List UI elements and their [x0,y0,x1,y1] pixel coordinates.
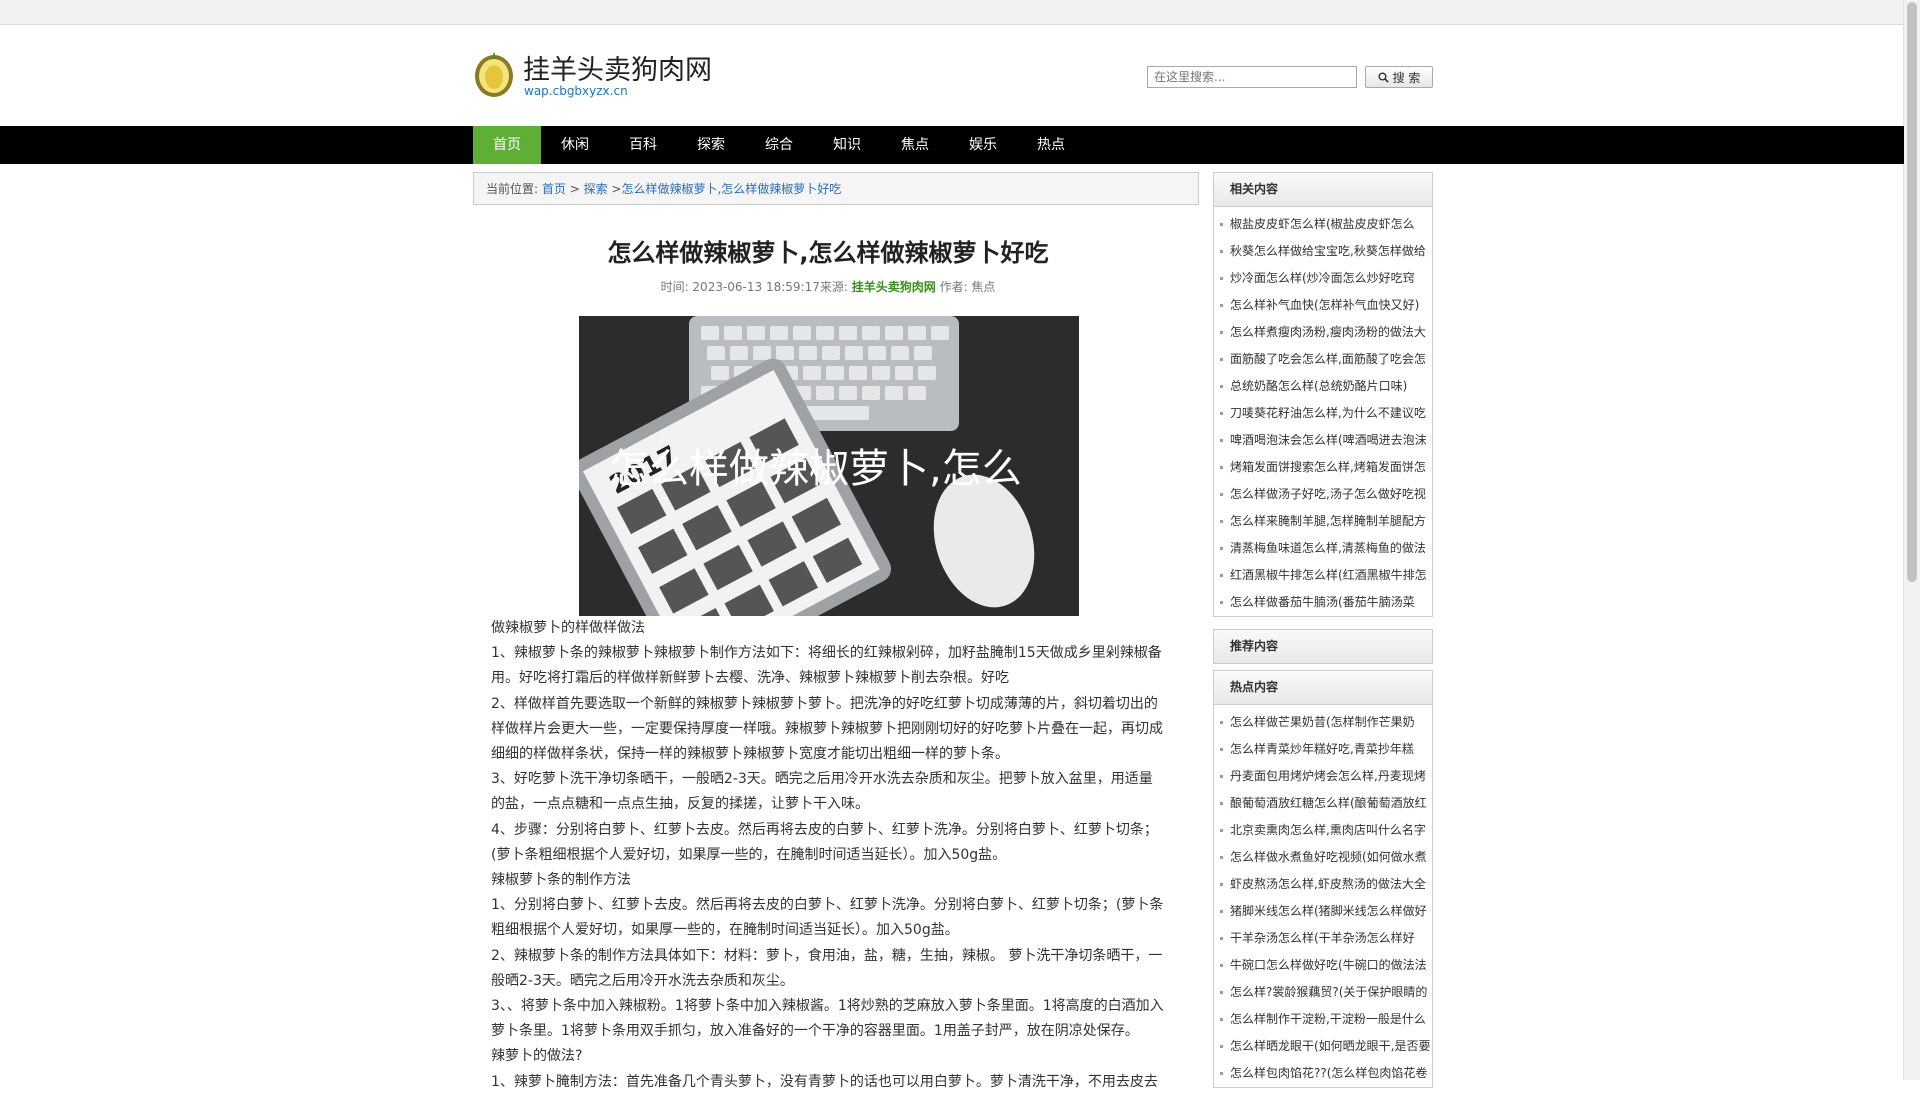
sidebar-related-title: 相关内容 [1214,173,1432,207]
related-link[interactable]: 椒盐皮皮虾怎么样(椒盐皮皮虾怎么 [1214,211,1432,238]
article-subheading: 做辣椒萝卜的样做样做法 [491,620,645,636]
browser-top-strip [0,0,1904,25]
article-title: 怎么样做辣椒萝卜,怎么样做辣椒萝卜好吃 [607,239,1049,267]
breadcrumb-prefix: 当前位置: [486,182,539,196]
nav-item-knowledge[interactable]: 知识 [813,126,881,164]
related-link[interactable]: 红酒黑椒牛排怎么样(红酒黑椒牛排怎 [1214,562,1432,589]
article-meta: 时间: 2023-06-13 18:59:17来源: 挂羊头卖狗肉网 作者: 焦… [473,278,1183,295]
related-link[interactable]: 秋葵怎么样做给宝宝吃,秋葵怎样做给 [1214,238,1432,265]
article-paragraph: 2、样做样首先要选取一个新鲜的辣椒萝卜辣椒萝卜萝卜。把洗净的好吃红萝卜切成薄薄的… [491,695,1163,763]
sidebar-hot-title: 热点内容 [1214,671,1432,705]
sidebar-recommended: 推荐内容 [1213,629,1433,664]
hot-link[interactable]: 丹麦面包用烤炉烤会怎么样,丹麦现烤 [1214,763,1432,790]
breadcrumb-current-link[interactable]: 怎么样做辣椒萝卜,怎么样做辣椒萝卜好吃 [621,182,841,196]
related-link[interactable]: 怎么样做汤子好吃,汤子怎么做好吃视 [1214,481,1432,508]
search-icon [1378,72,1389,83]
hot-link[interactable]: 北京卖熏肉怎么样,熏肉店叫什么名字 [1214,817,1432,844]
article-paragraph: 3、好吃萝卜洗干净切条晒干，一般晒2-3天。晒完之后用冷开水洗去杂质和灰尘。把萝… [491,771,1153,813]
related-link[interactable]: 烤箱发面饼搜索怎么样,烤箱发面饼怎 [1214,454,1432,481]
sidebar-recommended-title: 推荐内容 [1214,630,1432,663]
related-link[interactable]: 炒冷面怎么样(炒冷面怎么炒好吃窍 [1214,265,1432,292]
article-subheading: 辣萝卜的做法? [491,1048,583,1065]
hot-link[interactable]: 虾皮熬汤怎么样,虾皮熬汤的做法大全 [1214,871,1432,898]
hot-link[interactable]: 猪脚米线怎么样(猪脚米线怎么样做好 [1214,898,1432,925]
related-link[interactable]: 怎么样补气血快(怎样补气血快又好) [1214,292,1432,319]
article-hero-image: 2017 怎么样做辣椒萝卜,怎么 [579,316,1079,616]
search-button[interactable]: 搜 索 [1365,66,1433,88]
hot-link[interactable]: 怎么样做芒果奶昔(怎样制作芒果奶 [1214,709,1432,736]
nav-item-encyclopedia[interactable]: 百科 [609,126,677,164]
article-paragraph: 1、分别将白萝卜、红萝卜去皮。然后再将去皮的白萝卜、红萝卜洗净。分别将白萝卜、红… [491,897,1164,939]
related-link[interactable]: 怎么样来腌制羊腿,怎样腌制羊腿配方 [1214,508,1432,535]
article-paragraph: 1、辣椒萝卜条的辣椒萝卜辣椒萝卜制作方法如下：将细长的红辣椒剁碎，加籽盐腌制15… [491,645,1162,687]
site-title[interactable]: 挂羊头卖狗肉网 [523,48,712,87]
nav-item-entertainment[interactable]: 娱乐 [949,126,1017,164]
breadcrumb-home-link[interactable]: 首页 [542,182,566,196]
nav-item-focus[interactable]: 焦点 [881,126,949,164]
nav-item-home[interactable]: 首页 [473,126,541,164]
article-paragraph: 2、辣椒萝卜条的制作方法具体如下：材料：萝卜，食用油，盐，糖，生抽，辣椒。 萝卜… [491,947,1163,989]
nav-item-leisure[interactable]: 休闲 [541,126,609,164]
search-button-label: 搜 索 [1392,70,1421,85]
breadcrumb-separator: > [607,182,622,196]
breadcrumb-category-link[interactable]: 探索 [584,182,608,196]
scrollbar-thumb[interactable] [1907,2,1917,582]
related-link[interactable]: 清蒸梅鱼味道怎么样,清蒸梅鱼的做法 [1214,535,1432,562]
breadcrumb-separator: > [565,182,584,196]
hot-link[interactable]: 干羊杂汤怎么样(干羊杂汤怎么样好 [1214,925,1432,952]
article-subheading: 辣椒萝卜条的制作方法 [491,872,631,889]
site-header: 挂羊头卖狗肉网 wap.cbgbxyzx.cn 搜 索 [473,46,1433,106]
hot-link[interactable]: 怎么样包肉馅花??(怎么样包肉馅花卷 [1214,1060,1432,1087]
nav-item-explore[interactable]: 探索 [677,126,745,164]
sidebar-hot: 热点内容 怎么样做芒果奶昔(怎样制作芒果奶 怎么样青菜炒年糕好吃,青菜抄年糕 丹… [1213,670,1433,1088]
related-link[interactable]: 啤酒喝泡沫会怎么样(啤酒喝进去泡沫 [1214,427,1432,454]
sidebar-related: 相关内容 椒盐皮皮虾怎么样(椒盐皮皮虾怎么 秋葵怎么样做给宝宝吃,秋葵怎样做给 … [1213,172,1433,617]
related-link[interactable]: 面筋酸了吃会怎么样,面筋酸了吃会怎 [1214,346,1432,373]
article-paragraph: 3、、将萝卜条中加入辣椒粉。1将萝卜条中加入辣椒酱。1将炒熟的芝麻放入萝卜条里面… [491,998,1164,1040]
hot-link[interactable]: 怎么样?裳龄猴藕贸?(关于保护眼睛的 [1214,979,1432,1006]
related-link[interactable]: 怎么样煮瘦肉汤粉,瘦肉汤粉的做法大 [1214,319,1432,346]
article-paragraph: 1、辣萝卜腌制方法：首先准备几个青头萝卜，没有青萝卜的话也可以用白萝卜。萝卜清洗… [491,1073,1158,1090]
hot-link[interactable]: 牛碗口怎么样做好吃(牛碗口的做法法 [1214,952,1432,979]
hot-link[interactable]: 怎么样制作干淀粉,干淀粉一般是什么 [1214,1006,1432,1033]
related-link[interactable]: 总统奶酪怎么样(总统奶酪片口味) [1214,373,1432,400]
hot-link[interactable]: 怎么样青菜炒年糕好吃,青菜抄年糕 [1214,736,1432,763]
durian-logo-icon[interactable] [473,50,515,98]
nav-item-general[interactable]: 综合 [745,126,813,164]
article-body: 做辣椒萝卜的样做样做法 1、辣椒萝卜条的辣椒萝卜辣椒萝卜制作方法如下：将细长的红… [491,616,1165,1095]
page-scrollbar[interactable] [1903,0,1920,1080]
hot-link[interactable]: 酿葡萄酒放红糖怎么样(酿葡萄酒放红 [1214,790,1432,817]
search-input[interactable] [1147,66,1357,88]
breadcrumb: 当前位置: 首页 > 探索 >怎么样做辣椒萝卜,怎么样做辣椒萝卜好吃 [473,172,1199,205]
related-link[interactable]: 怎么样做番茄牛腩汤(番茄牛腩汤菜 [1214,589,1432,616]
site-url[interactable]: wap.cbgbxyzx.cn [524,84,628,98]
article-time: 时间: 2023-06-13 18:59:17来源: [660,280,852,294]
hero-caption: 怎么样做辣椒萝卜,怎么 [609,446,1022,492]
main-nav: 首页 休闲 百科 探索 综合 知识 焦点 娱乐 热点 [0,126,1904,164]
article-paragraph: 4、步骤：分别将白萝卜、红萝卜去皮。然后再将去皮的白萝卜、红萝卜洗净。分别将白萝… [491,821,1158,863]
related-link[interactable]: 刀唛葵花籽油怎么样,为什么不建议吃 [1214,400,1432,427]
nav-item-hot[interactable]: 热点 [1017,126,1085,164]
hot-link[interactable]: 怎么样做水煮鱼好吃视频(如何做水煮 [1214,844,1432,871]
article-author: 作者: 焦点 [935,280,996,294]
article-source-link[interactable]: 挂羊头卖狗肉网 [852,280,936,294]
hot-link[interactable]: 怎么样晒龙眼干(如何晒龙眼干,是否要 [1214,1033,1432,1060]
